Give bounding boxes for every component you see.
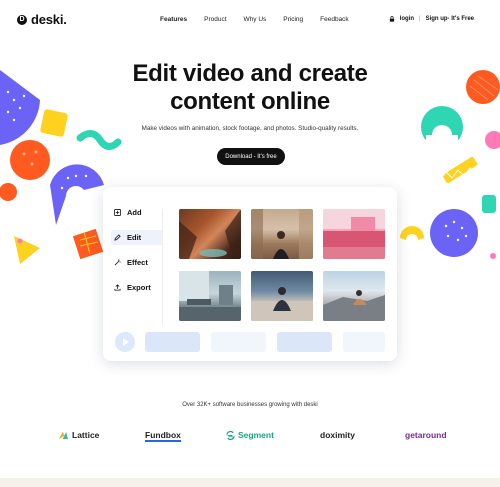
purple-arc-shape	[50, 164, 104, 225]
pink-building-photo[interactable]	[323, 209, 385, 259]
yellow-zigzag-shape	[442, 156, 478, 184]
editor-preview-card: Add Edit Effect Export	[103, 187, 397, 361]
brand-logo[interactable]: D deski.	[17, 12, 67, 27]
pink-dot-shape	[17, 238, 23, 244]
top-header: D deski. Features Product Why Us Pricing…	[0, 0, 500, 42]
trust-statement: Over 32K+ software businesses growing wi…	[182, 402, 318, 408]
pink-dot-right-shape	[490, 253, 496, 259]
segment-logo: Segment	[226, 430, 274, 440]
woman-in-city-photo[interactable]	[251, 209, 313, 259]
hero-title-line-2: content online	[170, 88, 330, 115]
auth-separator: |	[419, 16, 421, 22]
hero-title: Edit video and create content online	[0, 60, 500, 116]
office-interior-photo[interactable]	[179, 271, 241, 321]
menu-label-export: Export	[127, 283, 151, 292]
yellow-triangle-shape	[14, 236, 40, 264]
doximity-logo-text: doximity	[320, 430, 355, 440]
segment-logo-text: Segment	[238, 430, 274, 440]
menu-label-add: Add	[127, 208, 142, 217]
pink-blob-shape	[485, 131, 500, 149]
editor-menu: Add Edit Effect Export	[111, 205, 163, 305]
canyon-photo[interactable]	[179, 209, 241, 259]
menu-item-add[interactable]: Add	[111, 205, 163, 220]
orange-grid-square-shape	[72, 228, 104, 260]
menu-divider	[162, 209, 163, 325]
magic-wand-icon	[114, 259, 121, 266]
menu-label-edit: Edit	[127, 233, 142, 242]
orange-small-blob-shape	[0, 183, 17, 201]
hero-subtitle: Make videos with animation, stock footag…	[141, 125, 359, 132]
hero-title-line-1: Edit video and create	[132, 60, 368, 87]
timeline-clip[interactable]	[211, 332, 266, 352]
brand-logo-icon: D	[17, 14, 27, 25]
menu-item-export[interactable]: Export	[111, 280, 163, 295]
fundbox-logo-text: Fundbox	[145, 430, 181, 440]
mint-squiggle-shape	[76, 130, 122, 150]
lattice-mark-icon	[59, 431, 68, 439]
doximity-logo: doximity	[320, 430, 355, 440]
timeline-clip[interactable]	[145, 332, 200, 352]
lattice-logo: Lattice	[58, 430, 99, 440]
footer-band	[0, 478, 500, 487]
purple-circle-shape	[430, 209, 478, 257]
mint-bar-shape	[482, 195, 496, 213]
menu-label-effect: Effect	[127, 258, 148, 267]
login-link[interactable]: login	[400, 16, 414, 22]
getaround-logo-text: getaround	[405, 430, 447, 440]
nav-item-why-us[interactable]: Why Us	[244, 16, 267, 23]
timeline-clip[interactable]	[277, 332, 332, 352]
auth-links: login | Sign up- It's Free	[389, 16, 474, 22]
segment-mark-icon	[226, 430, 235, 440]
getaround-logo: getaround	[405, 430, 447, 440]
timeline-player	[115, 332, 385, 352]
pencil-icon	[114, 234, 121, 241]
menu-item-effect[interactable]: Effect	[111, 255, 163, 270]
main-nav: Features Product Why Us Pricing Feedback	[160, 16, 366, 23]
download-button[interactable]: Download - It's free	[217, 148, 285, 165]
nav-item-feedback[interactable]: Feedback	[320, 16, 349, 23]
yellow-arc-shape	[400, 226, 424, 240]
signup-link[interactable]: Sign up- It's Free	[426, 16, 474, 22]
play-button[interactable]	[115, 332, 135, 352]
timeline-clip[interactable]	[343, 332, 385, 352]
menu-item-edit[interactable]: Edit	[111, 230, 163, 245]
man-sitting-photo[interactable]	[251, 271, 313, 321]
brand-name: deski.	[31, 12, 67, 27]
woman-on-rocks-photo[interactable]	[323, 271, 385, 321]
lock-icon	[389, 16, 394, 22]
nav-item-product[interactable]: Product	[204, 16, 226, 23]
upload-icon	[114, 284, 121, 291]
orange-blob-shape	[10, 140, 50, 180]
nav-item-features[interactable]: Features	[160, 16, 187, 23]
plus-square-icon	[114, 209, 121, 216]
lattice-logo-text: Lattice	[72, 430, 100, 440]
nav-item-pricing[interactable]: Pricing	[283, 16, 303, 23]
customer-logos: Lattice Fundbox Segment doximity getarou…	[0, 430, 500, 444]
fundbox-logo: Fundbox	[145, 430, 181, 442]
